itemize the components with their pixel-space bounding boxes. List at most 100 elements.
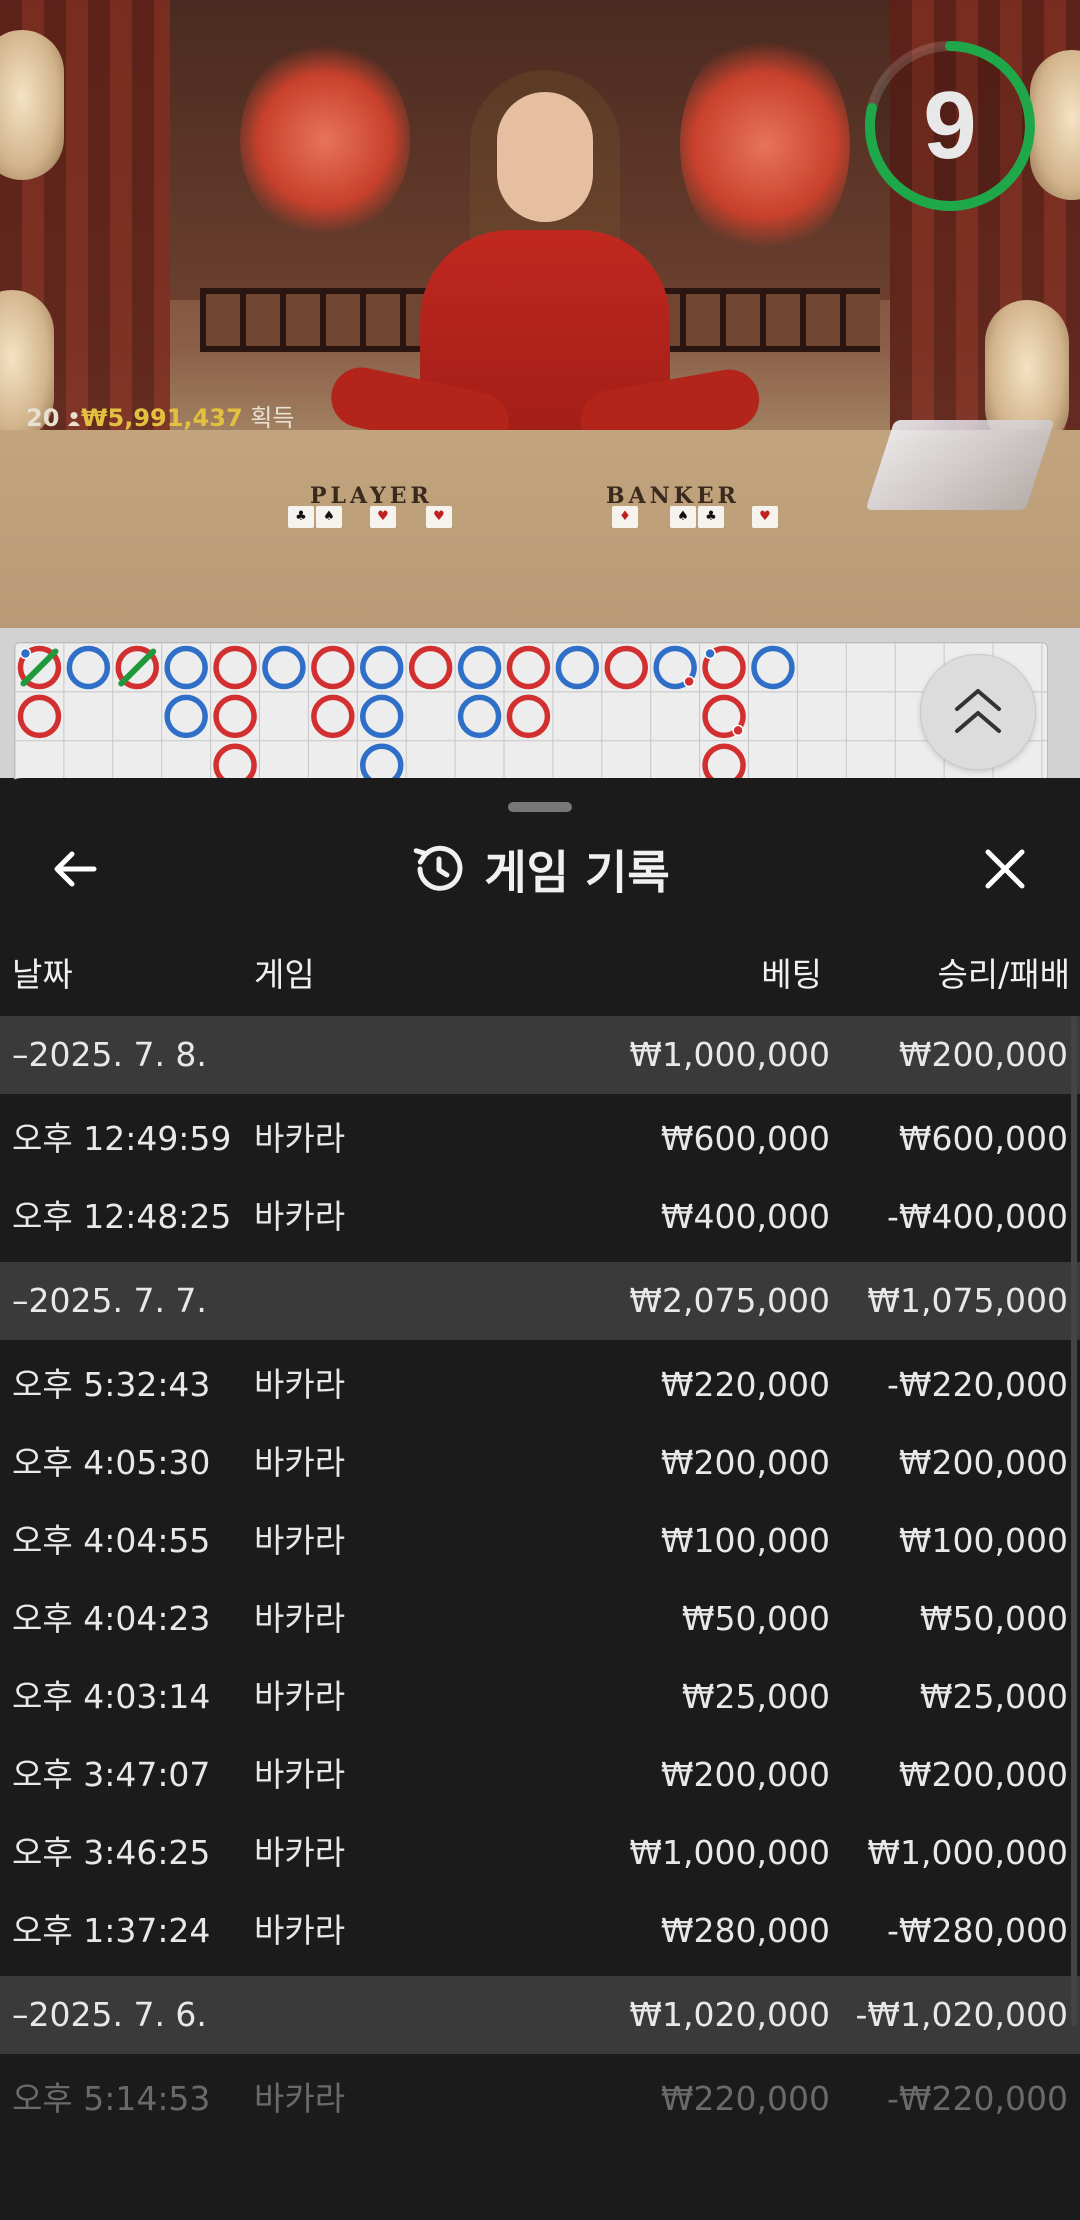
banker-bead — [311, 645, 355, 690]
bet-amount: ₩200,000 — [660, 1443, 830, 1482]
banker-card: ♣ — [698, 506, 724, 528]
win-loss-amount: ₩200,000 — [898, 1443, 1068, 1482]
scrollbar[interactable] — [1071, 1016, 1077, 2026]
banker-pair-dot — [732, 724, 744, 737]
banker-card: ♦ — [612, 506, 638, 528]
history-row[interactable]: 오후 3:46:25 바카라 ₩1,000,000 ₩1,000,000 — [0, 1814, 1080, 1892]
date-group-row[interactable]: –2025. 7. 6. ₩1,020,000 -₩1,020,000 — [0, 1976, 1080, 2054]
player-bead — [164, 645, 208, 690]
history-row[interactable]: 오후 4:04:23 바카라 ₩50,000 ₩50,000 — [0, 1580, 1080, 1658]
game-name: 바카라 — [254, 1677, 346, 1716]
double-chevron-up-icon — [955, 689, 1001, 733]
header-date: 날짜 — [12, 955, 73, 994]
history-row[interactable]: 오후 5:32:43 바카라 ₩220,000 -₩220,000 — [0, 1346, 1080, 1424]
game-name: 바카라 — [254, 1755, 346, 1794]
round-time: 오후 4:04:23 — [12, 1599, 211, 1638]
date-group-row[interactable]: –2025. 7. 8. ₩1,000,000 ₩200,000 — [0, 1016, 1080, 1094]
win-loss-amount: -₩280,000 — [886, 1911, 1068, 1950]
history-row[interactable]: 오후 5:14:53 바카라 ₩220,000 -₩220,000 — [0, 2060, 1080, 2138]
bead-road[interactable] — [14, 642, 1048, 784]
close-button[interactable] — [976, 840, 1034, 898]
sheet-title-text: 게임 기록 — [484, 845, 670, 900]
game-name: 바카라 — [254, 1911, 346, 1950]
win-loss-amount: ₩600,000 — [898, 1119, 1068, 1158]
history-row[interactable]: 오후 4:04:55 바카라 ₩100,000 ₩100,000 — [0, 1502, 1080, 1580]
player-bead — [360, 694, 404, 739]
banker-bead — [506, 645, 551, 690]
bet-amount: ₩25,000 — [681, 1677, 830, 1716]
history-row[interactable]: 오후 1:37:24 바카라 ₩280,000 -₩280,000 — [0, 1892, 1080, 1970]
group-date: –2025. 7. 6. — [12, 1995, 207, 2034]
group-win-total: ₩1,075,000 — [867, 1281, 1068, 1320]
banker-bead — [604, 645, 648, 690]
history-row[interactable]: 오후 4:05:30 바카라 ₩200,000 ₩200,000 — [0, 1424, 1080, 1502]
history-table-header: 날짜 게임 베팅 승리/패배 — [0, 950, 1080, 1000]
game-name: 바카라 — [254, 1197, 346, 1236]
card-shoe — [865, 420, 1055, 510]
bet-amount: ₩600,000 — [660, 1119, 830, 1158]
win-loss-amount: -₩220,000 — [886, 1365, 1068, 1404]
player-card: ♣ — [288, 506, 314, 528]
banker-bead — [17, 694, 62, 739]
countdown-timer-value: 9 — [923, 72, 977, 179]
player-bead — [262, 645, 306, 690]
bet-amount: ₩1,000,000 — [629, 1833, 830, 1872]
player-bead — [457, 694, 502, 739]
decor-blossom — [680, 30, 850, 260]
history-row[interactable]: 오후 4:03:14 바카라 ₩25,000 ₩25,000 — [0, 1658, 1080, 1736]
header-game: 게임 — [254, 955, 315, 994]
player-card: ♠ — [316, 506, 342, 528]
player-card: ♥ — [426, 506, 452, 528]
decor-lantern — [0, 30, 64, 180]
group-win-total: ₩200,000 — [898, 1035, 1068, 1074]
bet-amount: ₩220,000 — [660, 2079, 830, 2118]
person-icon — [67, 405, 81, 426]
bet-amount: ₩100,000 — [660, 1521, 830, 1560]
winner-suffix: 획득 — [250, 404, 295, 432]
bet-amount: ₩400,000 — [660, 1197, 830, 1236]
history-row[interactable]: 오후 3:47:07 바카라 ₩200,000 ₩200,000 — [0, 1736, 1080, 1814]
banker-bead — [213, 694, 257, 739]
group-win-total: -₩1,020,000 — [855, 1995, 1069, 2034]
history-row[interactable]: 오후 12:49:59 바카라 ₩600,000 ₩600,000 — [0, 1100, 1080, 1178]
round-time: 오후 12:49:59 — [12, 1119, 232, 1158]
game-name: 바카라 — [254, 1365, 346, 1404]
history-row[interactable]: 오후 12:48:25 바카라 ₩400,000 -₩400,000 — [0, 1178, 1080, 1256]
player-bead — [66, 645, 111, 690]
drag-handle[interactable] — [508, 802, 572, 812]
banker-card: ♥ — [752, 506, 778, 528]
round-time: 오후 4:04:55 — [12, 1521, 211, 1560]
group-bet-total: ₩1,000,000 — [629, 1035, 830, 1074]
player-bead — [360, 645, 404, 690]
player-bead — [555, 645, 600, 690]
game-history-sheet: 게임 기록 날짜 게임 베팅 승리/패배 –2025. 7. 8. ₩1,000… — [0, 778, 1080, 2220]
bet-amount: ₩50,000 — [681, 1599, 830, 1638]
dealer-face — [497, 92, 593, 222]
game-name: 바카라 — [254, 1521, 346, 1560]
round-time: 오후 3:46:25 — [12, 1833, 211, 1872]
round-time: 오후 3:47:07 — [12, 1755, 211, 1794]
win-loss-amount: ₩1,000,000 — [867, 1833, 1068, 1872]
winner-count: 20 — [26, 404, 60, 432]
round-time: 오후 1:37:24 — [12, 1911, 211, 1950]
game-name: 바카라 — [254, 1443, 346, 1482]
roadmap-panel — [0, 628, 1080, 784]
banker-bead — [213, 645, 257, 690]
round-time: 오후 4:03:14 — [12, 1677, 211, 1716]
sheet-title: 게임 기록 — [0, 834, 1080, 908]
round-time: 오후 5:32:43 — [12, 1365, 211, 1404]
banker-card: ♠ — [670, 506, 696, 528]
group-bet-total: ₩2,075,000 — [629, 1281, 830, 1320]
bet-amount: ₩220,000 — [660, 1365, 830, 1404]
player-pair-dot — [19, 647, 32, 660]
player-bead — [751, 645, 795, 690]
header-win-loss: 승리/패배 — [937, 955, 1070, 994]
history-table-body: –2025. 7. 8. ₩1,000,000 ₩200,000 오후 12:4… — [0, 1016, 1080, 2138]
bet-amount: ₩200,000 — [660, 1755, 830, 1794]
win-loss-amount: ₩50,000 — [919, 1599, 1068, 1638]
round-time: 오후 5:14:53 — [12, 2079, 211, 2118]
date-group-row[interactable]: –2025. 7. 7. ₩2,075,000 ₩1,075,000 — [0, 1262, 1080, 1340]
expand-roadmap-button[interactable] — [920, 654, 1036, 770]
player-card: ♥ — [370, 506, 396, 528]
round-time: 오후 4:05:30 — [12, 1443, 211, 1482]
